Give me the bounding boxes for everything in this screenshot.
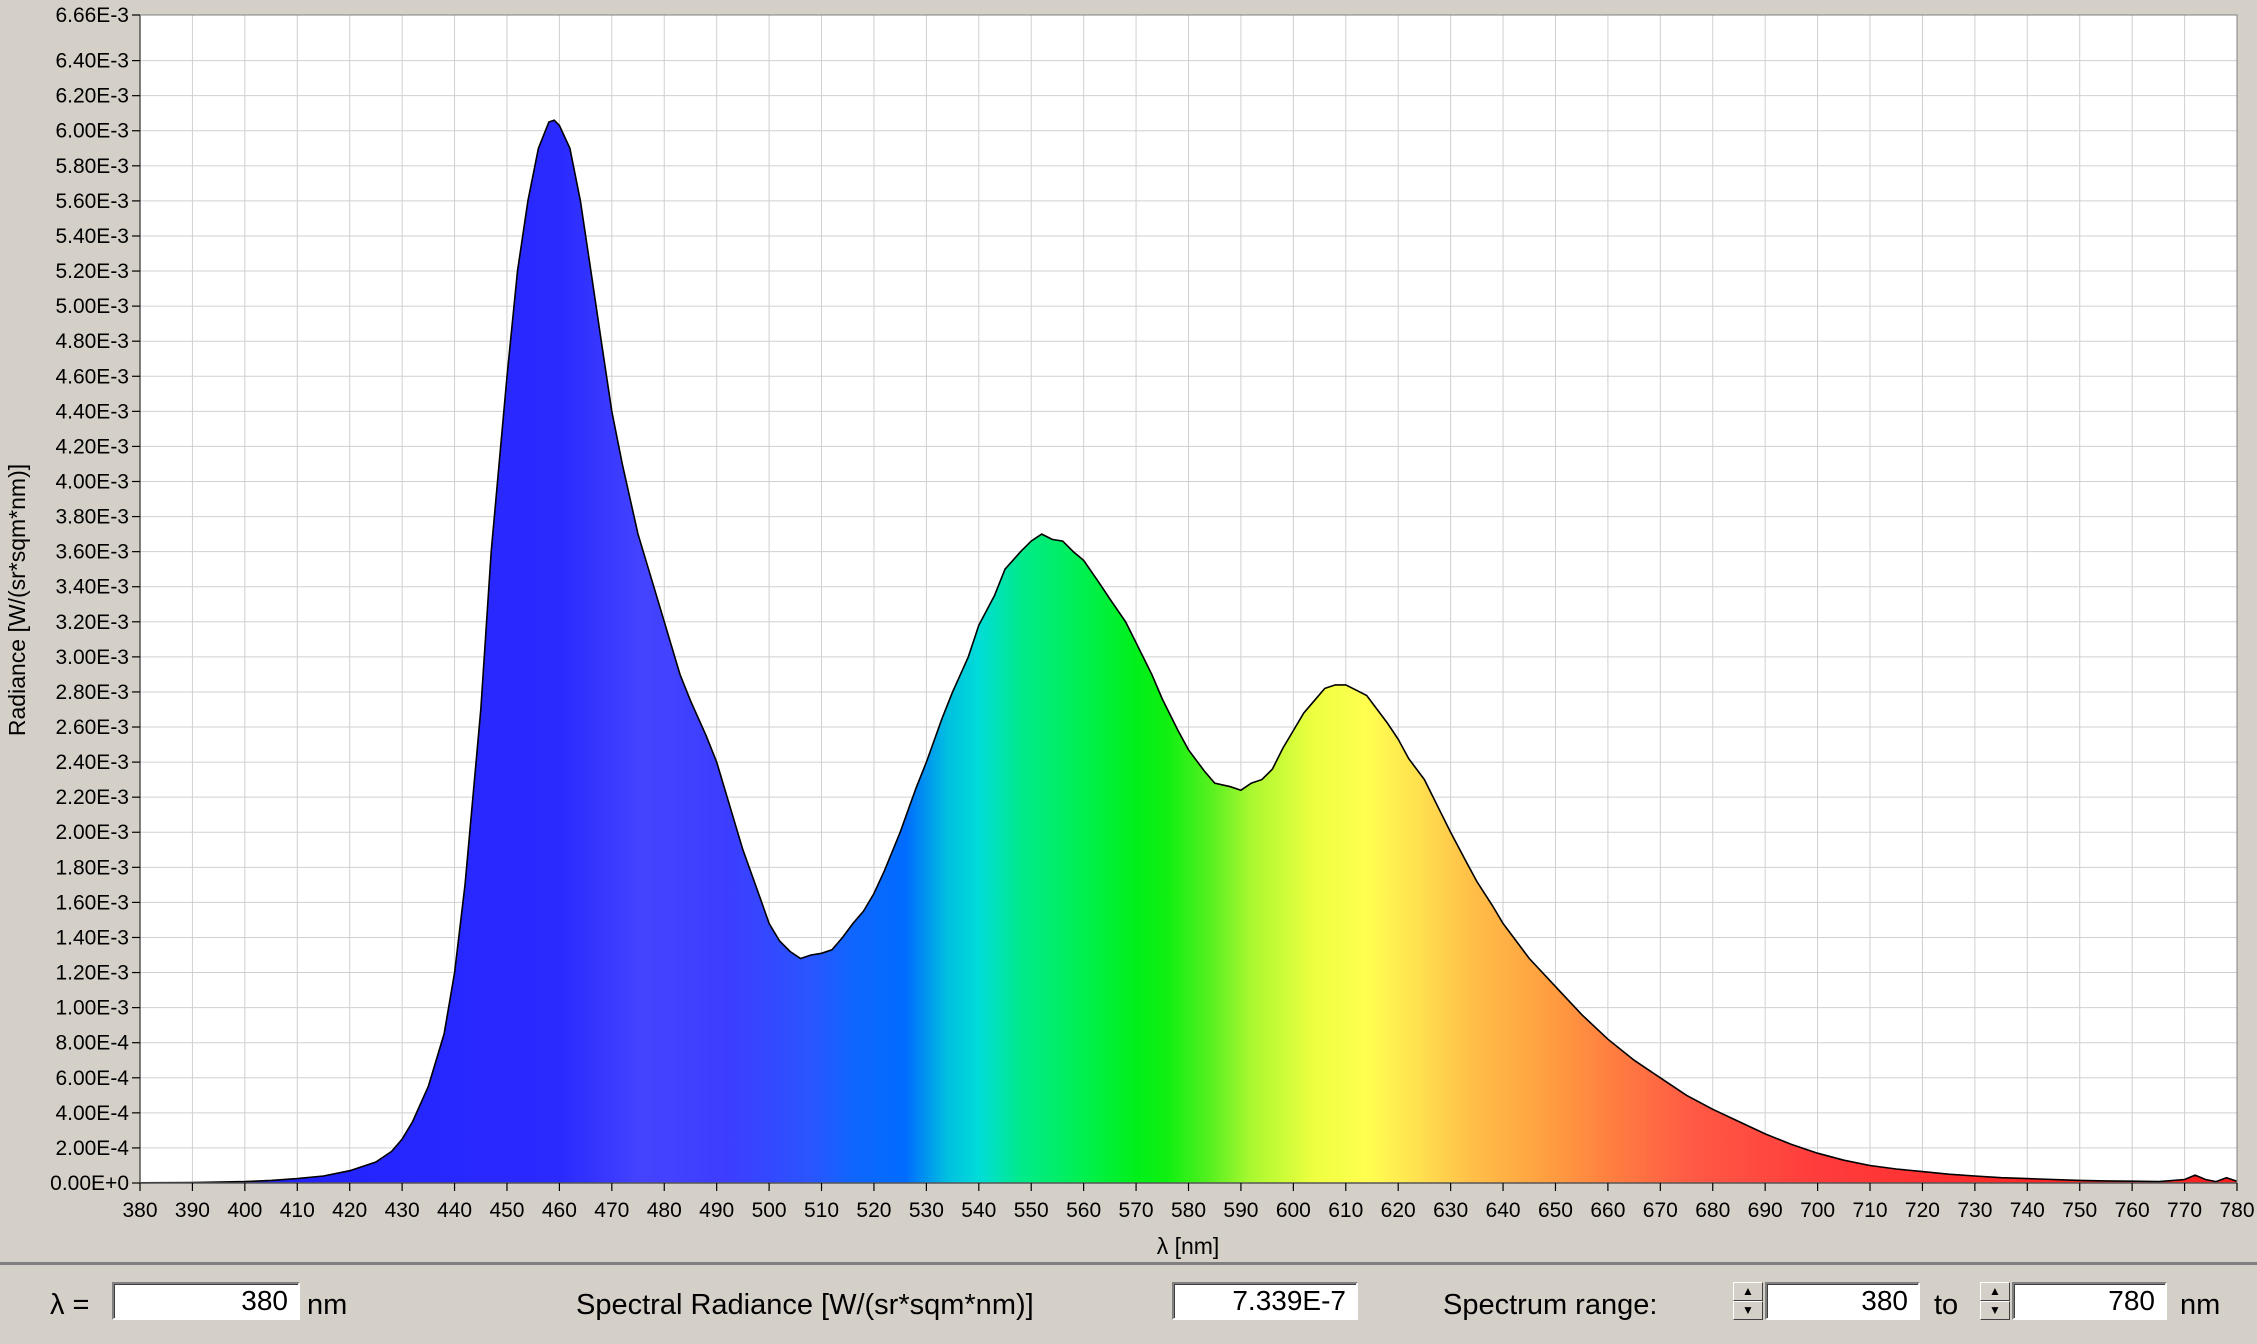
- x-axis-label: λ [nm]: [1157, 1233, 1220, 1259]
- x-tick-label: 720: [1905, 1199, 1940, 1222]
- range-from-spinner[interactable]: ▲ ▼: [1733, 1282, 1763, 1320]
- y-tick-label: 3.60E-3: [55, 541, 129, 564]
- y-tick-label: 3.20E-3: [55, 611, 129, 634]
- x-tick-label: 640: [1486, 1199, 1521, 1222]
- radiance-label: Spectral Radiance [W/(sr*sqm*nm)]: [576, 1289, 1034, 1321]
- y-tick-label: 4.60E-3: [55, 365, 129, 388]
- x-tick-label: 500: [752, 1199, 787, 1222]
- x-tick-label: 490: [699, 1199, 734, 1222]
- y-tick-label: 8.00E-4: [55, 1032, 129, 1055]
- y-tick-label: 1.20E-3: [55, 962, 129, 985]
- y-tick-label: 1.00E-3: [55, 997, 129, 1020]
- y-tick-label: 5.00E-3: [55, 295, 129, 318]
- y-tick-label: 4.00E-4: [55, 1102, 129, 1125]
- y-tick-label: 4.80E-3: [55, 330, 129, 353]
- y-tick-label: 2.20E-3: [55, 786, 129, 809]
- lambda-label: λ =: [50, 1289, 90, 1321]
- y-tick-label: 5.40E-3: [55, 225, 129, 248]
- x-tick-label: 690: [1748, 1199, 1783, 1222]
- range-from-field[interactable]: 380: [1765, 1282, 1920, 1320]
- x-tick-labels: 380 390 400 410 420 430 440 450 460 470 480 490 500 5…: [122, 1199, 2254, 1222]
- x-tick-label: 550: [1014, 1199, 1049, 1222]
- y-tick-label: 5.60E-3: [55, 190, 129, 213]
- x-tick-label: 540: [961, 1199, 996, 1222]
- range-to-up-button[interactable]: ▲: [1980, 1282, 2010, 1301]
- y-tick-label: 1.80E-3: [55, 856, 129, 879]
- x-tick-label: 450: [489, 1199, 524, 1222]
- x-tick-label: 730: [1957, 1199, 1992, 1222]
- y-tick-label: 5.20E-3: [55, 260, 129, 283]
- y-tick-label: 6.00E-4: [55, 1067, 129, 1090]
- x-tick-label: 520: [856, 1199, 891, 1222]
- spectrum-range-label: Spectrum range:: [1443, 1289, 1658, 1321]
- y-tick-label: 3.80E-3: [55, 506, 129, 529]
- status-bar: λ = 380 nm Spectral Radiance [W/(sr*sqm*…: [0, 1262, 2257, 1344]
- y-tick-labels: 0.00E+0 2.00E-4 4.00E-4 6.00E-4 8.00E-4 1.00E…: [50, 4, 129, 1195]
- spectrum-chart-svg: 0.00E+0 2.00E-4 4.00E-4 6.00E-4 8.00E-4 1.00E…: [4, 4, 2255, 1259]
- x-tick-label: 400: [227, 1199, 262, 1222]
- x-tick-label: 650: [1538, 1199, 1573, 1222]
- y-tick-label: 3.40E-3: [55, 576, 129, 599]
- range-from-down-button[interactable]: ▼: [1733, 1301, 1763, 1320]
- x-tick-label: 620: [1381, 1199, 1416, 1222]
- y-tick-label: 2.00E-4: [55, 1137, 129, 1160]
- y-tick-label: 2.00E-3: [55, 821, 129, 844]
- x-tick-label: 660: [1590, 1199, 1625, 1222]
- radiance-value-field[interactable]: 7.339E-7: [1172, 1282, 1358, 1320]
- spectrum-chart: 0.00E+0 2.00E-4 4.00E-4 6.00E-4 8.00E-4 1.00E…: [0, 0, 2257, 1262]
- x-tick-label: 420: [332, 1199, 367, 1222]
- x-tick-label: 440: [437, 1199, 472, 1222]
- x-tick-label: 630: [1433, 1199, 1468, 1222]
- y-tick-label: 6.20E-3: [55, 85, 129, 108]
- range-to-field[interactable]: 780: [2012, 1282, 2167, 1320]
- x-tick-label: 710: [1853, 1199, 1888, 1222]
- range-to-label: to: [1934, 1289, 1959, 1321]
- range-to-spinner[interactable]: ▲ ▼: [1980, 1282, 2010, 1320]
- x-tick-label: 570: [1119, 1199, 1154, 1222]
- y-tick-label: 4.40E-3: [55, 400, 129, 423]
- x-tick-label: 410: [280, 1199, 315, 1222]
- y-tick-label: 0.00E+0: [50, 1172, 129, 1195]
- x-tick-label: 740: [2010, 1199, 2045, 1222]
- x-tick-label: 480: [647, 1199, 682, 1222]
- lambda-unit-label: nm: [307, 1289, 348, 1321]
- x-tick-label: 460: [542, 1199, 577, 1222]
- range-unit-label: nm: [2180, 1289, 2221, 1321]
- x-tick-label: 380: [122, 1199, 157, 1222]
- y-tick-label: 6.66E-3: [55, 4, 129, 27]
- x-tick-label: 510: [804, 1199, 839, 1222]
- x-tick-label: 430: [385, 1199, 420, 1222]
- y-tick-label: 3.00E-3: [55, 646, 129, 669]
- y-tick-label: 2.80E-3: [55, 681, 129, 704]
- x-tick-label: 750: [2062, 1199, 2097, 1222]
- x-tick-label: 530: [909, 1199, 944, 1222]
- x-tick-label: 680: [1695, 1199, 1730, 1222]
- x-tick-label: 760: [2115, 1199, 2150, 1222]
- lambda-value-field[interactable]: 380: [112, 1282, 300, 1320]
- x-tick-label: 770: [2167, 1199, 2202, 1222]
- y-tick-label: 2.60E-3: [55, 716, 129, 739]
- range-to-down-button[interactable]: ▼: [1980, 1301, 2010, 1320]
- y-axis-label: Radiance [W/(sr*sqm*nm)]: [4, 464, 30, 736]
- x-tick-label: 700: [1800, 1199, 1835, 1222]
- y-tick-label: 4.20E-3: [55, 435, 129, 458]
- x-tick-label: 780: [2219, 1199, 2254, 1222]
- y-tick-label: 1.40E-3: [55, 926, 129, 949]
- x-tick-label: 470: [594, 1199, 629, 1222]
- x-tick-label: 600: [1276, 1199, 1311, 1222]
- y-tick-label: 2.40E-3: [55, 751, 129, 774]
- x-tick-label: 590: [1223, 1199, 1258, 1222]
- x-tick-label: 670: [1643, 1199, 1678, 1222]
- y-tick-label: 5.80E-3: [55, 155, 129, 178]
- x-tick-label: 560: [1066, 1199, 1101, 1222]
- x-tick-label: 610: [1328, 1199, 1363, 1222]
- y-tick-label: 6.40E-3: [55, 50, 129, 73]
- y-tick-label: 4.00E-3: [55, 470, 129, 493]
- y-tick-label: 1.60E-3: [55, 891, 129, 914]
- x-tick-label: 390: [175, 1199, 210, 1222]
- range-from-up-button[interactable]: ▲: [1733, 1282, 1763, 1301]
- y-tick-label: 6.00E-3: [55, 120, 129, 143]
- x-tick-label: 580: [1171, 1199, 1206, 1222]
